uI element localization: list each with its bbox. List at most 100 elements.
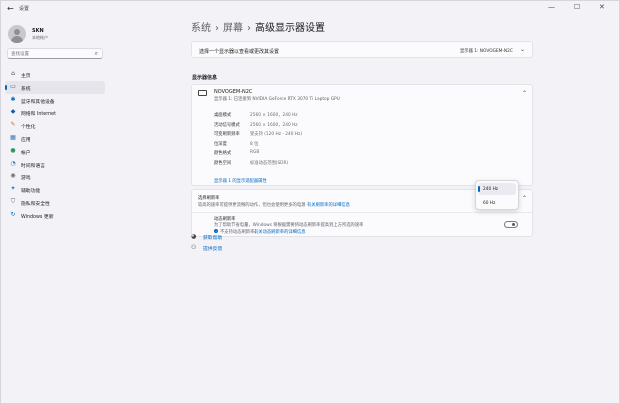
sidebar-item-label: 网络和 Internet xyxy=(21,112,56,118)
section-title: 显示器信息 xyxy=(192,75,218,81)
sidebar-item-personalization[interactable]: ✎ 个性化 xyxy=(5,119,105,132)
user-name: SKN xyxy=(32,28,44,34)
sidebar-item-windows-update[interactable]: ↻ Windows 更新 xyxy=(5,209,105,222)
breadcrumb-system[interactable]: 系统 xyxy=(191,23,211,34)
sidebar-item-time-language[interactable]: ◔ 时间和语言 xyxy=(5,158,105,171)
search-icon[interactable]: ⌕ xyxy=(95,50,98,58)
gaming-icon: ◉ xyxy=(10,172,16,180)
divider xyxy=(192,212,532,213)
breadcrumb-separator: › xyxy=(247,23,251,34)
spec-row: 颜色空间 标准动态范围(SDR) xyxy=(214,160,414,167)
close-icon[interactable]: ✕ xyxy=(599,3,605,11)
search-input[interactable] xyxy=(11,50,91,58)
sidebar-item-privacy[interactable]: ⛉ 隐私和安全性 xyxy=(5,196,105,209)
feedback-link[interactable]: 提供反馈 xyxy=(203,245,222,252)
sidebar-item-system[interactable]: ▭ 系统 xyxy=(5,80,105,94)
sidebar-item-gaming[interactable]: ◉ 游戏 xyxy=(5,170,105,183)
privacy-icon: ⛉ xyxy=(10,197,16,205)
page-title: 高级显示器设置 xyxy=(255,23,325,34)
display-subtitle: 显示器 1: 已连接到 NVIDIA GeForce RTX 3070 Ti L… xyxy=(214,97,340,102)
sidebar-item-apps[interactable]: ▦ 应用 xyxy=(5,132,105,145)
avatar xyxy=(8,25,26,43)
chevron-up-icon[interactable]: ⌃ xyxy=(522,195,527,202)
spec-row: 活动信号模式 2560 × 1600，240 Hz xyxy=(214,122,414,129)
sidebar-item-label: 蓝牙和其他设备 xyxy=(21,99,55,105)
spec-key: 颜色空间 xyxy=(214,161,232,166)
sidebar-item-label: 系统 xyxy=(21,86,31,92)
spec-key: 颜色格式 xyxy=(214,151,232,157)
refresh-rate-dropdown[interactable]: 240 Hz 60 Hz xyxy=(475,180,519,210)
dynamic-refresh-toggle[interactable] xyxy=(504,221,518,228)
monitor-icon xyxy=(198,90,207,96)
avatar-body-icon xyxy=(11,36,23,43)
search-box[interactable]: ⌕ xyxy=(7,48,103,59)
maximize-icon[interactable]: ☐ xyxy=(574,3,580,11)
refresh-rate-more-link[interactable]: 有关刷新率的详细信息 xyxy=(307,202,350,208)
adapter-properties-link[interactable]: 显示器 1 的显示适配器属性 xyxy=(214,178,267,184)
spec-key: 桌面模式 xyxy=(214,113,232,118)
spec-value: 标准动态范围(SDR) xyxy=(250,161,289,166)
spec-value: 8 位 xyxy=(250,141,259,147)
chevron-down-icon: ⌄ xyxy=(520,46,526,53)
windows-update-icon: ↻ xyxy=(10,210,16,218)
display-info-card: NOVOGEM-N2C 显示器 1: 已连接到 NVIDIA GeForce R… xyxy=(191,84,533,186)
sidebar-item-label: Windows 更新 xyxy=(21,214,54,220)
dynamic-refresh-info: 不支持动态刷新率。 xyxy=(220,230,259,235)
sidebar-item-network[interactable]: ◆ 网络和 Internet xyxy=(5,106,105,119)
minimize-icon[interactable]: — xyxy=(548,3,555,11)
spec-key: 位深度 xyxy=(214,141,227,147)
spec-value: 受支持 (120 Hz - 240 Hz) xyxy=(250,132,302,138)
sidebar-item-home[interactable]: ⌂ 主页 xyxy=(5,68,105,81)
refresh-rate-desc: 较高的速率可提供更流畅的动作，但也会使用更多的电源 xyxy=(198,203,306,208)
refresh-option-240[interactable]: 240 Hz xyxy=(478,183,516,195)
title-bar: ← 设置 — ☐ ✕ xyxy=(1,1,619,17)
sidebar-item-bluetooth[interactable]: ✱ 蓝牙和其他设备 xyxy=(5,94,105,107)
sidebar-item-accessibility[interactable]: ✦ 辅助功能 xyxy=(5,183,105,196)
spec-key: 可变刷新频率 xyxy=(214,132,240,138)
accessibility-icon: ✦ xyxy=(10,185,16,193)
display-select[interactable]: 显示器 1: NOVOGEM-N2C ⌄ xyxy=(460,45,528,55)
spec-row: 位深度 8 位 xyxy=(214,141,414,148)
select-display-label: 选择一个显示器以查看或更改其设置 xyxy=(199,49,280,55)
sidebar-item-label: 辅助功能 xyxy=(21,189,41,195)
spec-row: 桌面模式 2560 × 1600，240 Hz xyxy=(214,112,414,119)
spec-value: 2560 × 1600，240 Hz xyxy=(250,113,298,118)
sidebar-item-label: 主页 xyxy=(21,74,31,79)
accounts-icon: ● xyxy=(10,146,16,154)
spec-row: 可变刷新频率 受支持 (120 Hz - 240 Hz) xyxy=(214,131,414,138)
display-select-value: 显示器 1: NOVOGEM-N2C xyxy=(460,49,513,54)
help-icon: ◕ xyxy=(191,233,197,240)
back-arrow-icon[interactable]: ← xyxy=(7,4,14,13)
sidebar-item-label: 隐私和安全性 xyxy=(21,201,50,207)
refresh-option-60[interactable]: 60 Hz xyxy=(478,197,516,209)
sidebar-nav: ⌂ 主页 ▭ 系统 ✱ 蓝牙和其他设备 ◆ 网络和 Internet ✎ 个性化 ▦ 应用 ● 帐户 ◔ 时间… xyxy=(5,68,105,222)
refresh-rate-title: 选择刷新率 xyxy=(198,196,220,201)
info-icon: i xyxy=(214,229,218,233)
spec-row: 颜色格式 RGB xyxy=(214,150,414,157)
breadcrumb-separator: › xyxy=(215,23,219,34)
breadcrumb: 系统 › 屏幕 › 高级显示器设置 xyxy=(191,19,325,34)
sidebar-item-label: 应用 xyxy=(21,137,31,143)
get-help-link[interactable]: 获取帮助 xyxy=(203,234,222,241)
spec-value: RGB xyxy=(250,150,260,156)
sidebar-item-accounts[interactable]: ● 帐户 xyxy=(5,145,105,158)
dynamic-refresh-desc: 为了帮助节省电量，Windows 将根据需要将动态刷新率提高到上方所选的速率 xyxy=(214,223,364,228)
main-content: 系统 › 屏幕 › 高级显示器设置 选择一个显示器以查看或更改其设置 显示器 1: NO… xyxy=(111,17,619,403)
sidebar: SKN 本地帐户 ⌕ ⌂ 主页 ▭ 系统 ✱ 蓝牙和其他设备 ◆ 网络和 Internet ✎ 个… xyxy=(1,17,111,403)
feedback-icon: ⚇ xyxy=(191,244,197,251)
personalization-icon: ✎ xyxy=(10,121,16,129)
dynamic-refresh-more-link[interactable]: 有关动态刷新率的详细信息 xyxy=(254,229,306,235)
sidebar-item-label: 个性化 xyxy=(21,125,36,131)
user-profile[interactable]: SKN 本地帐户 xyxy=(8,23,108,47)
bluetooth-icon: ✱ xyxy=(10,95,16,103)
breadcrumb-display[interactable]: 屏幕 xyxy=(223,23,243,34)
sidebar-item-label: 时间和语言 xyxy=(21,163,45,169)
option-label: 240 Hz xyxy=(483,187,499,192)
spec-key: 活动信号模式 xyxy=(214,122,240,128)
time-language-icon: ◔ xyxy=(10,159,16,167)
option-label: 60 Hz xyxy=(483,201,496,206)
spec-value: 2560 × 1600，240 Hz xyxy=(250,122,298,128)
chevron-up-icon[interactable]: ⌃ xyxy=(522,90,527,97)
display-name: NOVOGEM-N2C xyxy=(214,89,253,95)
home-icon: ⌂ xyxy=(11,70,15,77)
